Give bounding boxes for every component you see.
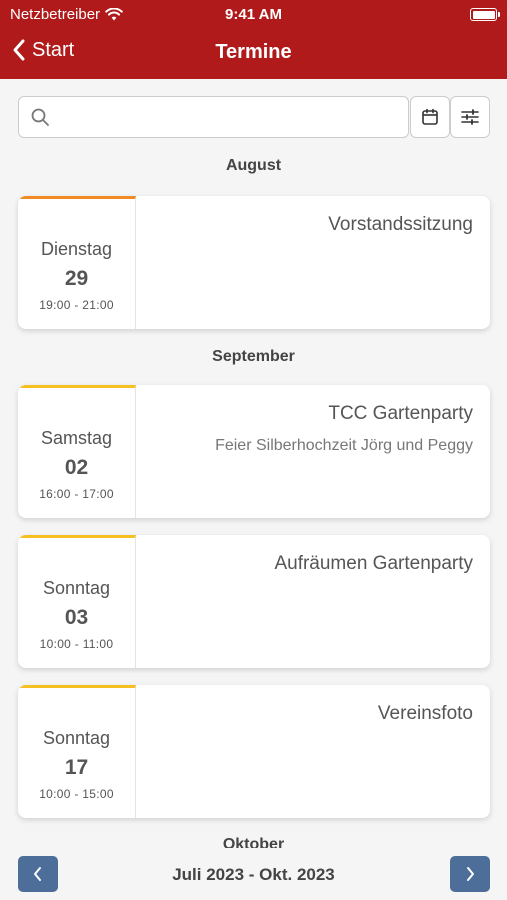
navigation-bar: Start Termine <box>0 28 507 79</box>
month-header-august: August <box>225 157 282 174</box>
event-date: Sonntag 17 10:00 - 15:00 <box>18 685 136 818</box>
date-range-label: Juli 2023 - Okt. 2023 <box>172 865 335 884</box>
page-title: Termine <box>215 41 292 63</box>
event-weekday: Dienstag <box>40 239 113 259</box>
event-time: 10:00 - 11:00 <box>39 637 114 651</box>
event-card[interactable]: Dienstag 29 19:00 - 21:00 Vorstandssitzu… <box>18 196 490 329</box>
event-time: 19:00 - 21:00 <box>39 298 114 312</box>
event-weekday: Samstag <box>40 428 113 448</box>
filter-button[interactable] <box>450 96 490 138</box>
event-title: Vereinsfoto <box>377 703 473 724</box>
sliders-icon <box>461 109 479 125</box>
event-time: 16:00 - 17:00 <box>39 487 114 501</box>
month-header-october-partial: Oktober <box>0 836 507 848</box>
calendar-icon <box>422 108 438 125</box>
event-time: 10:00 - 15:00 <box>39 787 114 801</box>
battery-icon <box>470 8 500 21</box>
event-weekday: Sonntag <box>42 728 111 748</box>
status-bar: Netzbetreiber 9:41 AM <box>0 0 507 28</box>
event-day: 03 <box>64 606 89 629</box>
search-field[interactable] <box>18 96 409 138</box>
month-header-september: September <box>212 348 295 365</box>
event-day: 02 <box>64 456 89 479</box>
top-bar: Netzbetreiber 9:41 AM Start Termine <box>0 0 507 79</box>
event-date: Sonntag 03 10:00 - 11:00 <box>18 535 136 668</box>
search-input[interactable] <box>57 97 397 137</box>
event-card[interactable]: Samstag 02 16:00 - 17:00 TCC Gartenparty… <box>18 385 490 518</box>
pager: Juli 2023 - Okt. 2023 <box>0 848 507 900</box>
event-subtitle: Feier Silberhochzeit Jörg und Peggy <box>215 437 473 454</box>
event-day: 29 <box>64 267 89 290</box>
event-title: TCC Gartenparty <box>328 403 473 424</box>
event-card[interactable]: Sonntag 03 10:00 - 11:00 Aufräumen Garte… <box>18 535 490 668</box>
event-title: Vorstandssitzung <box>328 214 473 235</box>
event-card[interactable]: Sonntag 17 10:00 - 15:00 Vereinsfoto <box>18 685 490 818</box>
event-date: Samstag 02 16:00 - 17:00 <box>18 385 136 518</box>
search-row <box>18 96 490 138</box>
event-day: 17 <box>64 756 89 779</box>
status-time: 9:41 AM <box>225 6 282 23</box>
month-header-october: Oktober <box>222 836 285 848</box>
next-period-button[interactable] <box>450 856 490 892</box>
search-icon <box>31 108 49 126</box>
chevron-right-icon <box>467 867 474 881</box>
event-title: Aufräumen Gartenparty <box>274 553 473 574</box>
event-weekday: Sonntag <box>42 578 111 598</box>
event-date: Dienstag 29 19:00 - 21:00 <box>18 196 136 329</box>
calendar-button[interactable] <box>410 96 450 138</box>
